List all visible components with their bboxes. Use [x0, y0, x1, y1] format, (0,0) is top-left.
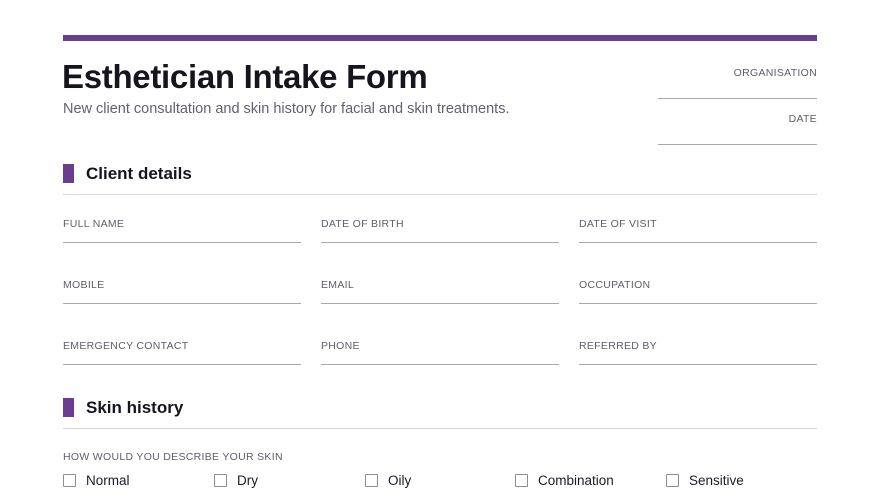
mobile-input-line[interactable]	[63, 303, 301, 304]
sensitive-checkbox[interactable]	[666, 474, 679, 487]
normal-option-label: Normal	[86, 473, 130, 488]
oily-checkbox[interactable]	[365, 474, 378, 487]
skin-type-option-sensitive[interactable]: Sensitive	[666, 472, 744, 489]
occupation-input-line[interactable]	[579, 303, 817, 304]
combination-option-label: Combination	[538, 473, 614, 488]
skin-history-divider	[63, 428, 817, 429]
date-of-visit-input-line[interactable]	[579, 242, 817, 243]
combination-checkbox[interactable]	[515, 474, 528, 487]
client-details-divider	[63, 194, 817, 195]
skin-history-marker	[63, 398, 74, 417]
date-label: DATE	[788, 113, 817, 125]
date-of-birth-label: DATE OF BIRTH	[321, 218, 404, 230]
sensitive-option-label: Sensitive	[689, 473, 744, 488]
emergency-contact-label: EMERGENCY CONTACT	[63, 340, 189, 352]
oily-option-label: Oily	[388, 473, 412, 488]
form-title: Esthetician Intake Form	[62, 58, 428, 95]
organisation-label: ORGANISATION	[733, 67, 817, 79]
skin-history-heading: Skin history	[86, 398, 184, 417]
full-name-input-line[interactable]	[63, 242, 301, 243]
skin-type-question: HOW WOULD YOU DESCRIBE YOUR SKIN	[63, 451, 283, 463]
date-of-visit-label: DATE OF VISIT	[579, 218, 657, 230]
form-subtitle: New client consultation and skin history…	[63, 101, 510, 117]
organisation-field[interactable]	[658, 98, 817, 99]
email-input-line[interactable]	[321, 303, 559, 304]
occupation-label: OCCUPATION	[579, 279, 651, 291]
client-details-heading: Client details	[86, 164, 192, 183]
phone-label: PHONE	[321, 340, 360, 352]
client-details-marker	[63, 164, 74, 183]
full-name-label: FULL NAME	[63, 218, 125, 230]
date-field[interactable]	[658, 144, 817, 145]
skin-type-option-normal[interactable]: Normal	[63, 472, 130, 489]
dry-option-label: Dry	[237, 473, 258, 488]
phone-input-line[interactable]	[321, 364, 559, 365]
date-of-birth-input-line[interactable]	[321, 242, 559, 243]
normal-checkbox[interactable]	[63, 474, 76, 487]
dry-checkbox[interactable]	[214, 474, 227, 487]
header-accent-bar	[63, 35, 817, 41]
skin-type-option-dry[interactable]: Dry	[214, 472, 258, 489]
mobile-label: MOBILE	[63, 279, 105, 291]
emergency-contact-input-line[interactable]	[63, 364, 301, 365]
referred-by-label: REFERRED BY	[579, 340, 657, 352]
email-label: EMAIL	[321, 279, 355, 291]
skin-type-option-combination[interactable]: Combination	[515, 472, 614, 489]
skin-type-option-oily[interactable]: Oily	[365, 472, 411, 489]
referred-by-input-line[interactable]	[579, 364, 817, 365]
